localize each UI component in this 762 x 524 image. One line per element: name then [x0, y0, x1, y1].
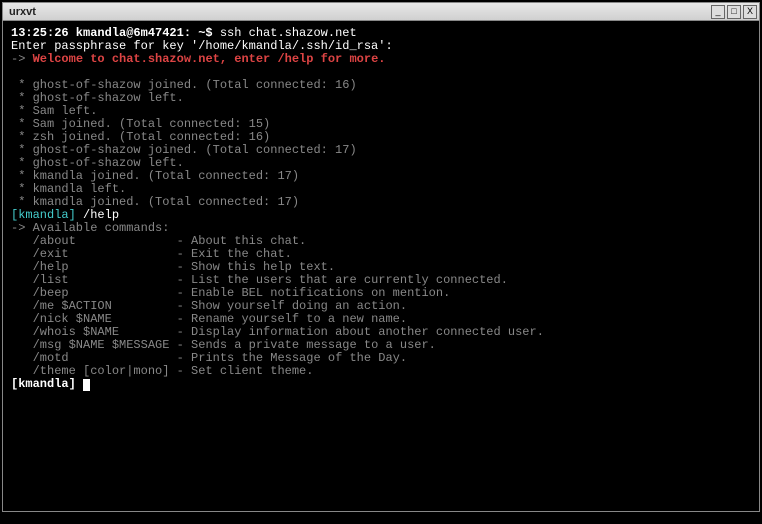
help-cmd: /msg $NAME $MESSAGE — [11, 338, 177, 352]
help-command: /help — [83, 208, 119, 222]
help-cmd: /whois $NAME — [11, 325, 177, 339]
help-cmd: /motd — [11, 351, 177, 365]
event-line: * ghost-of-shazow left. — [11, 92, 751, 105]
close-button[interactable]: X — [743, 5, 757, 19]
terminal-area[interactable]: 13:25:26 kmandla@6m47421: ~$ ssh chat.sh… — [3, 21, 759, 511]
help-cmd: /me $ACTION — [11, 299, 177, 313]
help-cmd: /exit — [11, 247, 177, 261]
minimize-button[interactable]: _ — [711, 5, 725, 19]
help-desc: - Prints the Message of the Day. — [177, 351, 407, 365]
help-cmd: /beep — [11, 286, 177, 300]
window-title: urxvt — [9, 6, 36, 18]
cursor — [83, 379, 90, 391]
help-desc: - Exit the chat. — [177, 247, 292, 261]
help-cmd: /theme [color|mono] — [11, 364, 177, 378]
shell-prompt: 13:25:26 kmandla@6m47421: ~$ — [11, 26, 220, 40]
event-line: * kmandla joined. (Total connected: 17) — [11, 196, 751, 209]
ssh-command: ssh chat.shazow.net — [220, 26, 357, 40]
help-cmd: /help — [11, 260, 177, 274]
help-desc: - List the users that are currently conn… — [177, 273, 508, 287]
help-cmd: /about — [11, 234, 177, 248]
maximize-button[interactable]: □ — [727, 5, 741, 19]
terminal-window: urxvt _ □ X 13:25:26 kmandla@6m47421: ~$… — [2, 2, 760, 512]
chat-prompt: [kmandla] — [11, 208, 83, 222]
welcome-prefix: -> — [11, 52, 33, 66]
help-desc: - Rename yourself to a new name. — [177, 312, 407, 326]
help-desc: - Show yourself doing an action. — [177, 299, 407, 313]
help-desc: - Set client theme. — [177, 364, 314, 378]
help-desc: - Display information about another conn… — [177, 325, 544, 339]
titlebar-buttons: _ □ X — [711, 5, 757, 19]
help-desc: - Show this help text. — [177, 260, 335, 274]
help-desc: - Sends a private message to a user. — [177, 338, 436, 352]
help-desc: - Enable BEL notifications on mention. — [177, 286, 451, 300]
help-row: /theme [color|mono] - Set client theme. — [11, 365, 751, 378]
welcome-message: Welcome to chat.shazow.net, enter /help … — [33, 52, 386, 66]
titlebar: urxvt _ □ X — [3, 3, 759, 21]
help-cmd: /list — [11, 273, 177, 287]
help-cmd: /nick $NAME — [11, 312, 177, 326]
help-desc: - About this chat. — [177, 234, 307, 248]
input-prompt: [kmandla] — [11, 377, 83, 391]
